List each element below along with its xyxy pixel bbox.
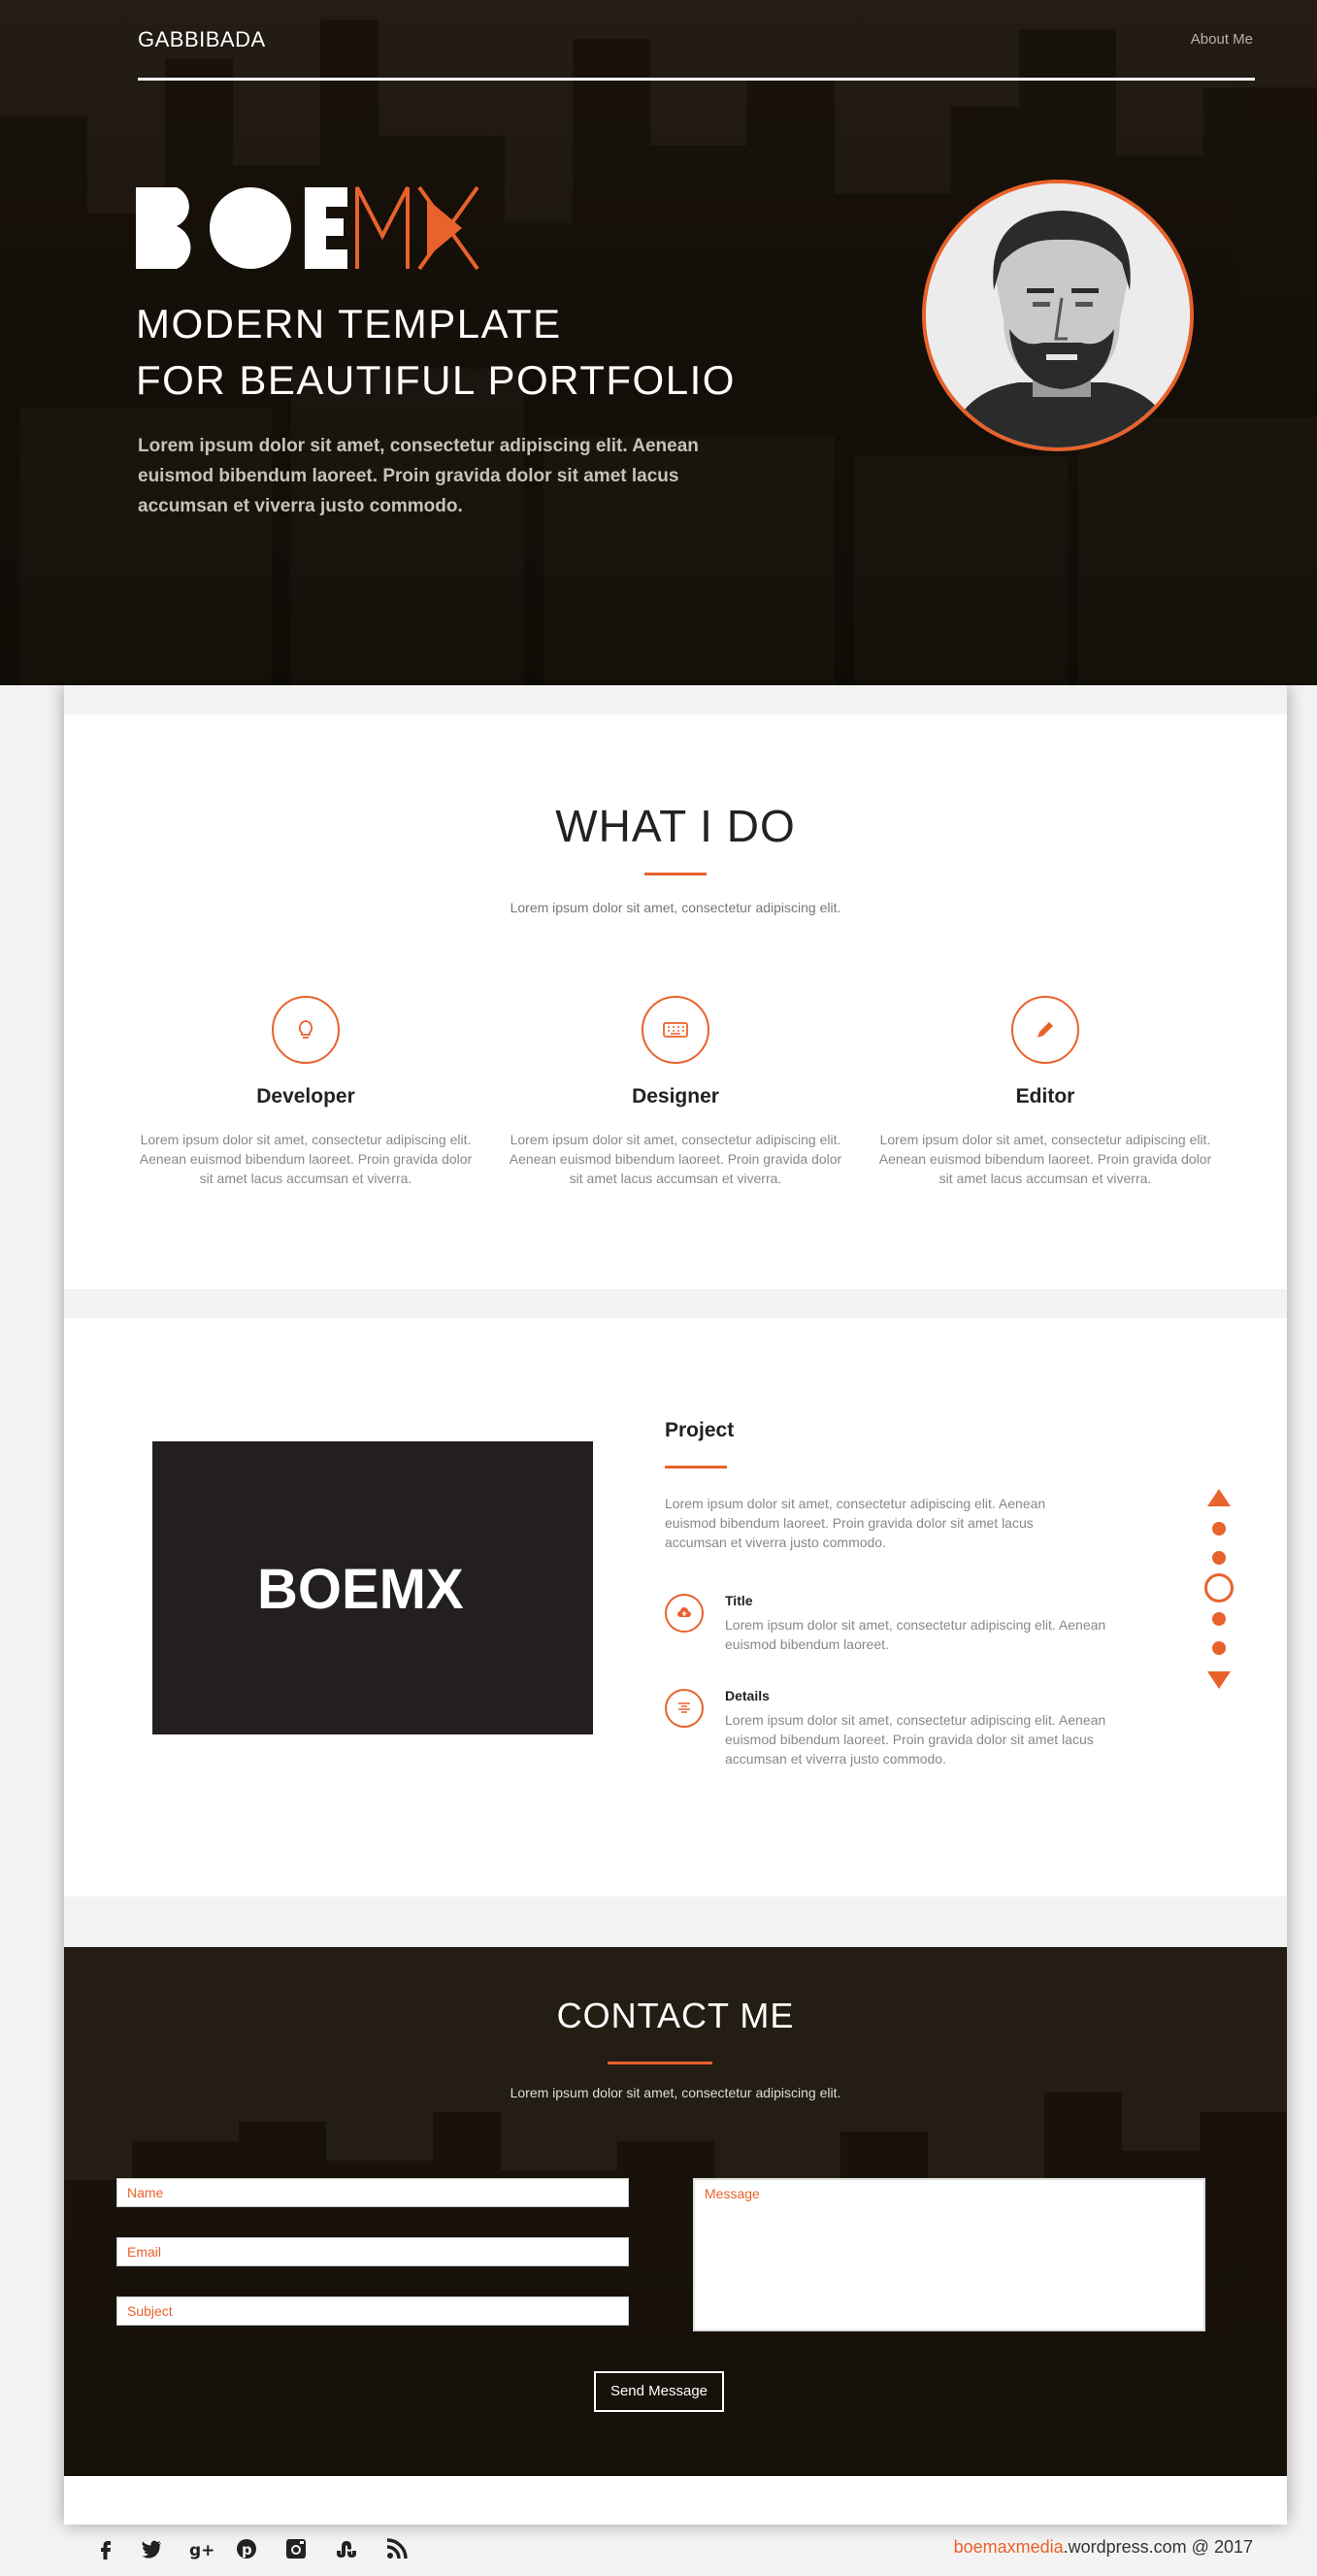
hero-tagline: MODERN TEMPLATE FOR BEAUTIFUL PORTFOLIO xyxy=(136,296,736,409)
project-image[interactable]: BOEMX xyxy=(152,1441,593,1734)
what-i-do-title: WHAT I DO xyxy=(555,801,796,851)
section-gap-bottom xyxy=(64,1897,1287,1947)
contact-title: CONTACT ME xyxy=(556,1996,795,2035)
feature-title-2: Details xyxy=(725,1688,770,1703)
section-gap-middle xyxy=(64,1289,1287,1318)
align-center-icon xyxy=(665,1689,704,1728)
feature-title-1: Title xyxy=(725,1593,753,1608)
service-text-designer: Lorem ipsum dolor sit amet, consectetur … xyxy=(509,1132,842,1186)
svg-text:g+: g+ xyxy=(189,2541,214,2560)
site-brand[interactable]: GABBIBADA xyxy=(138,27,266,52)
feature-text-1: Lorem ipsum dolor sit amet, consectetur … xyxy=(725,1617,1106,1652)
service-text-editor: Lorem ipsum dolor sit amet, consectetur … xyxy=(878,1132,1212,1186)
project-rule xyxy=(665,1466,727,1469)
pager-down-arrow[interactable] xyxy=(1207,1671,1231,1689)
pencil-icon xyxy=(1011,996,1079,1064)
pager-up-arrow[interactable] xyxy=(1207,1489,1231,1506)
send-message-button[interactable]: Send Message xyxy=(594,2371,724,2412)
pager-dot[interactable] xyxy=(1212,1612,1226,1626)
svg-text:p: p xyxy=(242,2541,252,2559)
section-gap-top xyxy=(64,685,1287,714)
cloud-upload-icon xyxy=(665,1594,704,1633)
google-plus-icon[interactable]: g+ xyxy=(189,2536,214,2561)
nav-divider xyxy=(138,78,1255,81)
stumbleupon-icon[interactable] xyxy=(334,2536,359,2561)
content-card: WHAT I DO Lorem ipsum dolor sit amet, co… xyxy=(64,685,1287,2525)
avatar xyxy=(922,180,1194,451)
what-i-do-subtitle: Lorem ipsum dolor sit amet, consectetur … xyxy=(510,900,841,915)
tagline-line1: MODERN TEMPLATE xyxy=(136,301,562,347)
name-field[interactable]: Name xyxy=(116,2178,629,2207)
email-field[interactable]: Email xyxy=(116,2237,629,2266)
service-title-designer: Designer xyxy=(632,1085,719,1107)
pager-dot-active[interactable] xyxy=(1204,1573,1234,1602)
project-boemx-logo: BOEMX xyxy=(257,1558,464,1616)
subject-field[interactable]: Subject xyxy=(116,2296,629,2326)
contact-section: CONTACT ME Lorem ipsum dolor sit amet, c… xyxy=(64,1947,1287,2476)
pager-dot[interactable] xyxy=(1212,1522,1226,1536)
footer-credit-link[interactable]: boemaxmedia xyxy=(954,2537,1064,2557)
service-text-developer: Lorem ipsum dolor sit amet, consectetur … xyxy=(139,1132,473,1186)
footer-credit: boemaxmedia.wordpress.com @ 2017 xyxy=(954,2537,1253,2558)
service-title-developer: Developer xyxy=(256,1085,355,1107)
rss-icon[interactable] xyxy=(384,2536,410,2561)
nav-about-me[interactable]: About Me xyxy=(1191,31,1253,48)
bearded-man-illustration xyxy=(926,183,1190,447)
project-description: Lorem ipsum dolor sit amet, consectetur … xyxy=(665,1496,1046,1550)
project-logo-text: BOEMX xyxy=(257,1558,464,1616)
twitter-icon[interactable] xyxy=(139,2536,164,2561)
what-i-do-rule xyxy=(644,873,707,875)
footer-credit-text: .wordpress.com @ 2017 xyxy=(1063,2537,1253,2557)
pinterest-icon[interactable]: p xyxy=(234,2536,259,2561)
lightbulb-icon xyxy=(272,996,340,1064)
pager-dot[interactable] xyxy=(1212,1551,1226,1565)
tagline-line2: FOR BEAUTIFUL PORTFOLIO xyxy=(136,357,736,403)
service-title-editor: Editor xyxy=(1015,1085,1075,1107)
boemx-logo xyxy=(136,185,479,271)
feature-text-2: Lorem ipsum dolor sit amet, consectetur … xyxy=(725,1712,1106,1767)
contact-rule xyxy=(608,2062,712,2064)
pager-dot[interactable] xyxy=(1212,1641,1226,1655)
project-title: Project xyxy=(665,1419,735,1441)
keyboard-icon xyxy=(642,996,709,1064)
contact-subtitle: Lorem ipsum dolor sit amet, consectetur … xyxy=(510,2085,841,2100)
hero-description: Lorem ipsum dolor sit amet, consectetur … xyxy=(138,436,699,516)
message-field[interactable]: Message xyxy=(693,2178,1205,2331)
facebook-icon[interactable] xyxy=(93,2536,118,2561)
hero-section: GABBIBADA About Me MODERN TEMPLATE FOR B… xyxy=(0,0,1317,685)
instagram-icon[interactable] xyxy=(283,2536,309,2561)
